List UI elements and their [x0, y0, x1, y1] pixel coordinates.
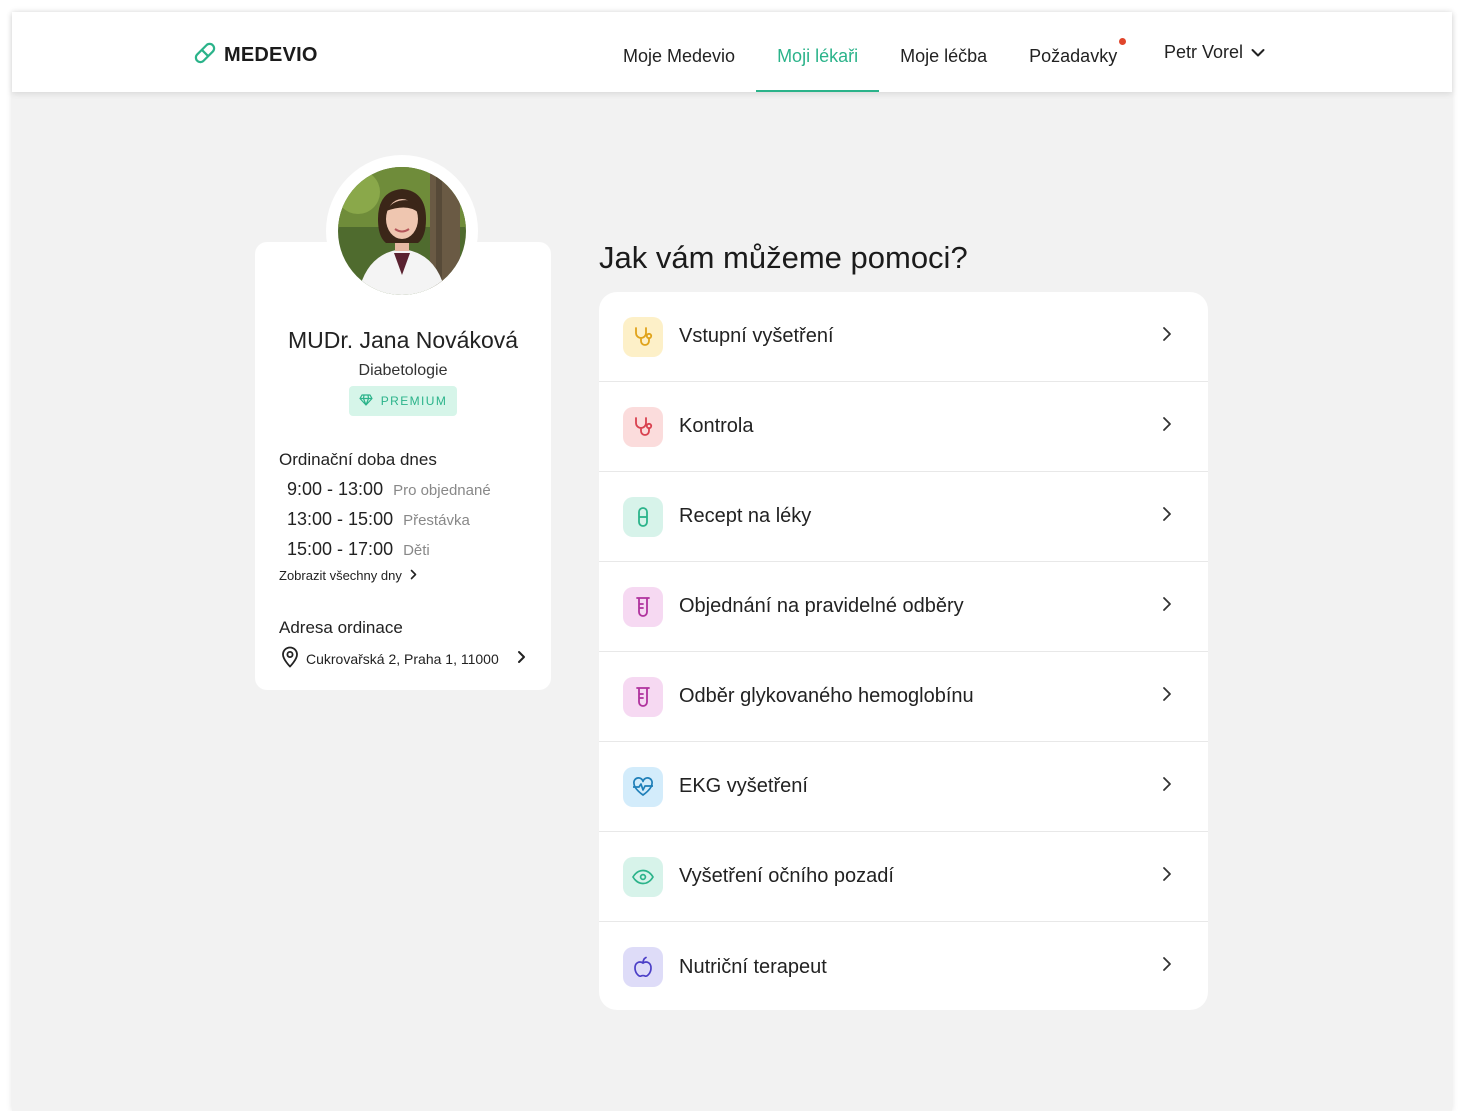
user-name: Petr Vorel [1164, 42, 1244, 62]
pill-logo-icon [192, 40, 218, 71]
hours-row: 15:00 - 17:00 Děti [287, 539, 430, 560]
doctor-specialty: Diabetologie [358, 362, 448, 379]
nav-moje-medevio[interactable]: Moje Medevio [602, 12, 756, 92]
service-ekg-vysetreni[interactable]: EKG vyšetření [599, 742, 1208, 832]
service-label: Objednání na pravidelné odběry [679, 595, 964, 617]
premium-badge: PREMIUM [349, 386, 457, 416]
doctor-name: MUDr. Jana Nováková [287, 327, 519, 353]
service-label: Recept na léky [679, 505, 812, 527]
apple-icon [623, 947, 663, 987]
nav-pozadavky-label: Požadavky [1029, 45, 1118, 66]
chevron-right-icon [410, 568, 417, 583]
address-title: Adresa ordinace [279, 618, 403, 637]
pill-icon [623, 496, 663, 537]
service-label: Vyšetření očního pozadí [679, 865, 894, 887]
logo-text: MEDEVIO [224, 44, 318, 66]
services-heading: Jak vám můžeme pomoci? [599, 240, 968, 275]
chevron-right-icon [1162, 686, 1172, 707]
nav-pozadavky[interactable]: Požadavky [1008, 12, 1138, 92]
chevron-right-icon [1162, 416, 1172, 437]
nav-moje-lecba[interactable]: Moje léčba [879, 12, 1008, 92]
doctor-avatar [338, 167, 466, 295]
map-pin-icon [280, 646, 300, 671]
chevron-right-icon [1162, 866, 1172, 887]
test-tube-icon [623, 676, 663, 717]
hours-row: 9:00 - 13:00 Pro objednané [287, 479, 491, 500]
service-label: Vstupní vyšetření [679, 325, 834, 347]
user-menu[interactable]: Petr Vorel [1164, 42, 1265, 63]
service-nutricni-terapeut[interactable]: Nutriční terapeut [599, 922, 1208, 1010]
hours-time: 13:00 - 15:00 [287, 509, 394, 529]
service-label: Nutriční terapeut [679, 955, 827, 978]
hours-note: Pro objednané [393, 482, 491, 499]
services-list: Vstupní vyšetření Kontrola Recept na lék… [599, 292, 1208, 1010]
premium-badge-label: PREMIUM [380, 394, 448, 408]
main-nav: Moje Medevio Moji lékaři Moje léčba Poža… [602, 12, 1138, 92]
page-frame: MEDEVIO Moje Medevio Moji lékaři Moje lé… [12, 12, 1452, 1111]
service-ocni-pozadi[interactable]: Vyšetření očního pozadí [599, 832, 1208, 922]
eye-icon [623, 856, 663, 897]
service-vstupni-vysetreni[interactable]: Vstupní vyšetření [599, 292, 1208, 382]
hours-time: 15:00 - 17:00 [287, 539, 394, 559]
service-pravidelne-odbery[interactable]: Objednání na pravidelné odběry [599, 562, 1208, 652]
chevron-right-icon [1162, 776, 1172, 797]
service-kontrola[interactable]: Kontrola [599, 382, 1208, 472]
logo[interactable]: MEDEVIO [192, 40, 318, 71]
service-label: EKG vyšetření [679, 775, 808, 797]
hours-title: Ordinační doba dnes [279, 450, 437, 469]
show-all-days-link[interactable]: Zobrazit všechny dny [279, 568, 417, 583]
chevron-right-icon [1162, 506, 1172, 527]
hours-note: Děti [403, 542, 430, 559]
hours-row: 13:00 - 15:00 Přestávka [287, 509, 470, 530]
hours-time: 9:00 - 13:00 [287, 479, 384, 499]
hours-note: Přestávka [403, 512, 470, 529]
address-link[interactable]: Cukrovařská 2, Praha 1, 11000 [280, 646, 526, 671]
service-glykovany-hemoglobin[interactable]: Odběr glykovaného hemoglobínu [599, 652, 1208, 742]
heart-pulse-icon [623, 766, 663, 807]
service-label: Odběr glykovaného hemoglobínu [679, 685, 974, 707]
nav-moji-lekari[interactable]: Moji lékaři [756, 12, 880, 92]
show-all-days-label: Zobrazit všechny dny [279, 568, 402, 583]
diamond-icon [359, 393, 373, 409]
stethoscope-icon [623, 316, 663, 357]
chevron-right-icon [1162, 326, 1172, 347]
stethoscope-icon [623, 406, 663, 447]
test-tube-icon [623, 586, 663, 627]
service-recept-na-leky[interactable]: Recept na léky [599, 472, 1208, 562]
chevron-right-icon [1162, 956, 1172, 977]
top-navigation-bar: MEDEVIO Moje Medevio Moji lékaři Moje lé… [12, 12, 1452, 92]
notification-dot [1119, 38, 1127, 45]
chevron-right-icon [1162, 596, 1172, 617]
address-text: Cukrovařská 2, Praha 1, 11000 [306, 650, 499, 667]
chevron-down-icon [1251, 42, 1265, 63]
service-label: Kontrola [679, 415, 754, 437]
chevron-right-icon [517, 650, 526, 667]
